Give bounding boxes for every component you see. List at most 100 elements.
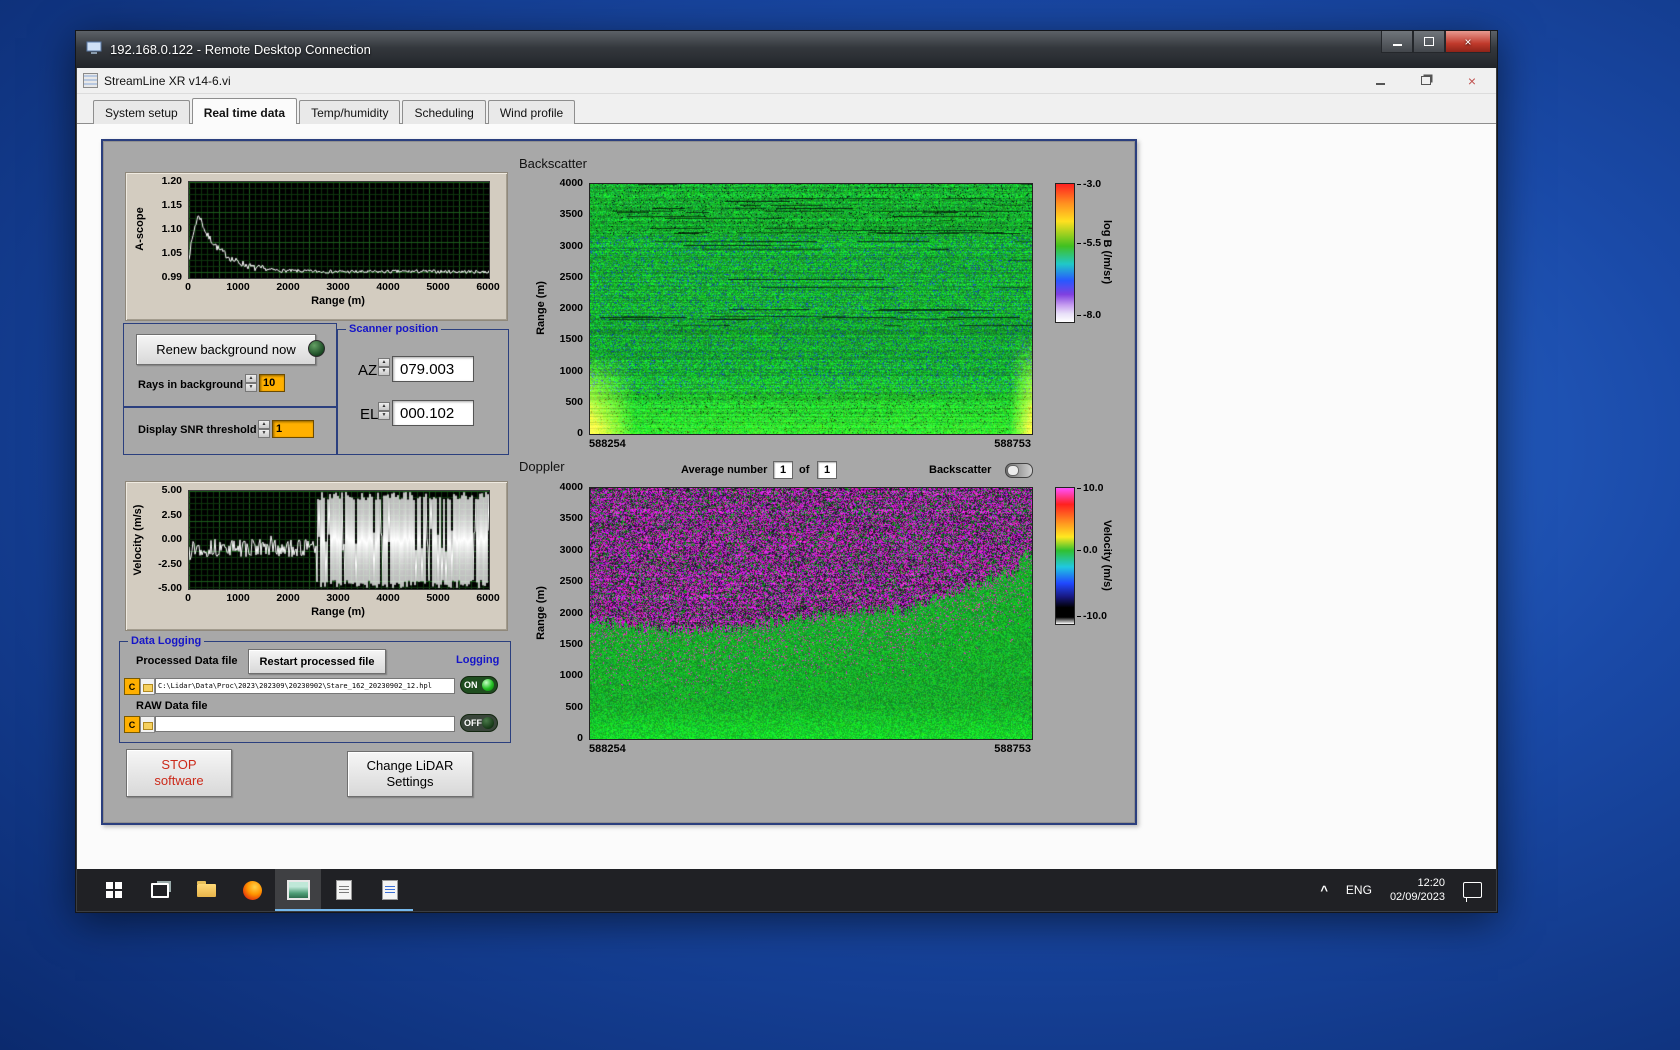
rays-spinner-up-icon[interactable]: ▲ bbox=[245, 374, 257, 383]
velocity-plot bbox=[188, 490, 490, 590]
raw-toggle-led-icon bbox=[482, 717, 494, 729]
app-titlebar[interactable]: StreamLine XR v14-6.vi × bbox=[77, 68, 1496, 94]
processed-path-field[interactable]: C:\Lidar\Data\Proc\2023\202309\20230902\… bbox=[155, 678, 455, 694]
action-center-icon[interactable] bbox=[1463, 882, 1482, 902]
raw-folder-icon[interactable] bbox=[140, 716, 155, 733]
doppler-colorbar-tick-max: 10.0 bbox=[1077, 482, 1103, 494]
az-value-field[interactable]: 079.003 bbox=[392, 356, 474, 382]
snr-spinner-up-icon[interactable]: ▲ bbox=[258, 420, 270, 429]
y-tick-label: 3500 bbox=[559, 208, 583, 221]
y-tick-label: 0.99 bbox=[161, 271, 182, 283]
app-minimize-button[interactable] bbox=[1372, 73, 1388, 89]
rdp-titlebar[interactable]: 192.168.0.122 - Remote Desktop Connectio… bbox=[76, 31, 1497, 68]
y-tick-label: 1.05 bbox=[161, 247, 182, 259]
scan-schedule-button[interactable] bbox=[321, 869, 367, 911]
raw-logging-toggle[interactable]: OFF bbox=[460, 714, 498, 732]
y-tick-label: 500 bbox=[565, 395, 583, 408]
app-close-button[interactable]: × bbox=[1464, 73, 1480, 89]
el-value-field[interactable]: 000.102 bbox=[392, 400, 474, 426]
x-tick-label: 6000 bbox=[476, 592, 500, 604]
backscatter-ytick-labels: 4000 3500 3000 2500 2000 1500 1000 500 0 bbox=[549, 177, 585, 439]
background-group: Renew background now Rays in background … bbox=[123, 323, 337, 407]
tab-scheduling[interactable]: Scheduling bbox=[402, 100, 486, 124]
remote-desktop-icon bbox=[86, 41, 102, 58]
notepad-button[interactable] bbox=[367, 869, 413, 911]
y-tick-label: 1.10 bbox=[161, 223, 182, 235]
scanner-position-title: Scanner position bbox=[346, 323, 442, 335]
velocity-ytick-labels: 5.00 2.50 0.00 -2.50 -5.00 bbox=[150, 484, 184, 594]
x-tick-label: 0 bbox=[185, 281, 191, 293]
snr-value-field[interactable]: 1 bbox=[272, 420, 314, 438]
y-tick-label: 1000 bbox=[559, 669, 583, 682]
rays-spinner-down-icon[interactable]: ▼ bbox=[245, 383, 257, 392]
y-tick-label: 0 bbox=[577, 427, 583, 439]
change-lidar-line1: Change LiDAR bbox=[366, 757, 454, 773]
y-tick-label: -2.50 bbox=[158, 557, 182, 570]
backscatter-colorbar bbox=[1055, 183, 1075, 323]
y-tick-label: 2000 bbox=[559, 302, 583, 314]
rays-value-field[interactable]: 10 bbox=[259, 374, 285, 392]
start-button[interactable] bbox=[91, 869, 137, 911]
image-app-button[interactable] bbox=[275, 869, 321, 911]
el-spinner[interactable]: ▲ ▼ bbox=[378, 402, 390, 420]
folder-icon bbox=[196, 880, 216, 897]
y-tick-label: 4000 bbox=[559, 177, 583, 189]
el-spinner-down-icon[interactable]: ▼ bbox=[378, 411, 390, 420]
az-spinner-up-icon[interactable]: ▲ bbox=[378, 358, 390, 367]
processed-drive-box[interactable]: C bbox=[124, 678, 140, 695]
app-restore-button[interactable] bbox=[1418, 73, 1434, 89]
remote-desktop-area: StreamLine XR v14-6.vi × System setup Rea… bbox=[77, 68, 1496, 911]
average-count-field[interactable]: 1 bbox=[817, 461, 837, 479]
average-number-label: Average number bbox=[681, 464, 768, 476]
clock[interactable]: 12:20 02/09/2023 bbox=[1390, 876, 1445, 905]
rdp-window-buttons: × bbox=[1381, 31, 1491, 53]
el-spinner-up-icon[interactable]: ▲ bbox=[378, 402, 390, 411]
a-scope-ylabel: A-scope bbox=[134, 207, 146, 251]
y-tick-label: 0.00 bbox=[161, 533, 182, 545]
rays-in-background-label: Rays in background bbox=[138, 379, 244, 391]
hidden-icons-chevron[interactable]: ^ bbox=[1320, 883, 1328, 898]
a-scope-graph: A-scope 1.20 1.15 1.10 1.05 0.99 0 1000 2000 30… bbox=[125, 172, 508, 321]
rays-spinner[interactable]: ▲ ▼ bbox=[245, 374, 257, 392]
az-spinner[interactable]: ▲ ▼ bbox=[378, 358, 390, 376]
processed-folder-icon[interactable] bbox=[140, 678, 155, 695]
y-tick-label: 5.00 bbox=[161, 484, 182, 496]
rdp-window: 192.168.0.122 - Remote Desktop Connectio… bbox=[75, 30, 1498, 913]
x-tick-label: 0 bbox=[185, 592, 191, 604]
firefox-button[interactable] bbox=[229, 869, 275, 911]
tab-wind-profile[interactable]: Wind profile bbox=[487, 100, 576, 124]
windows-logo-icon bbox=[106, 882, 122, 898]
snr-spinner-down-icon[interactable]: ▼ bbox=[258, 429, 270, 438]
rdp-minimize-button[interactable] bbox=[1381, 31, 1413, 53]
az-spinner-down-icon[interactable]: ▼ bbox=[378, 367, 390, 376]
change-lidar-settings-button[interactable]: Change LiDAR Settings bbox=[347, 751, 473, 797]
backscatter-colorbar-tick-mid: -5.5 bbox=[1077, 237, 1101, 249]
rdp-maximize-button[interactable] bbox=[1413, 31, 1445, 53]
raw-path-field[interactable] bbox=[155, 716, 455, 732]
language-indicator[interactable]: ENG bbox=[1346, 883, 1372, 897]
average-number-field[interactable]: 1 bbox=[773, 461, 793, 479]
renew-background-button[interactable]: Renew background now bbox=[136, 334, 316, 365]
taskbar: ^ ENG 12:20 02/09/2023 bbox=[77, 869, 1496, 911]
clock-time: 12:20 bbox=[1417, 876, 1445, 889]
y-tick-label: -5.00 bbox=[158, 582, 182, 594]
vi-file-icon bbox=[83, 73, 98, 88]
backscatter-colorbar-tick-min: -8.0 bbox=[1077, 309, 1101, 321]
file-explorer-button[interactable] bbox=[183, 869, 229, 911]
tab-strip: System setup Real time data Temp/humidity S… bbox=[77, 94, 1496, 125]
rdp-close-button[interactable]: × bbox=[1445, 31, 1491, 53]
tab-real-time-data[interactable]: Real time data bbox=[191, 98, 298, 125]
restart-processed-file-button[interactable]: Restart processed file bbox=[248, 649, 386, 674]
processed-data-file-label: Processed Data file bbox=[136, 655, 238, 667]
raw-drive-box[interactable]: C bbox=[124, 716, 140, 733]
tab-temp-humidity[interactable]: Temp/humidity bbox=[299, 100, 401, 124]
task-view-button[interactable] bbox=[137, 869, 183, 911]
processed-logging-toggle[interactable]: ON bbox=[460, 676, 498, 694]
backscatter-doppler-switch[interactable] bbox=[1005, 463, 1033, 478]
firefox-icon bbox=[242, 880, 262, 900]
y-tick-label: 500 bbox=[565, 700, 583, 713]
stop-software-button[interactable]: STOP software bbox=[126, 749, 232, 797]
tab-system-setup[interactable]: System setup bbox=[93, 100, 190, 124]
stop-software-line1: STOP bbox=[161, 756, 197, 772]
snr-spinner[interactable]: ▲ ▼ bbox=[258, 420, 270, 438]
